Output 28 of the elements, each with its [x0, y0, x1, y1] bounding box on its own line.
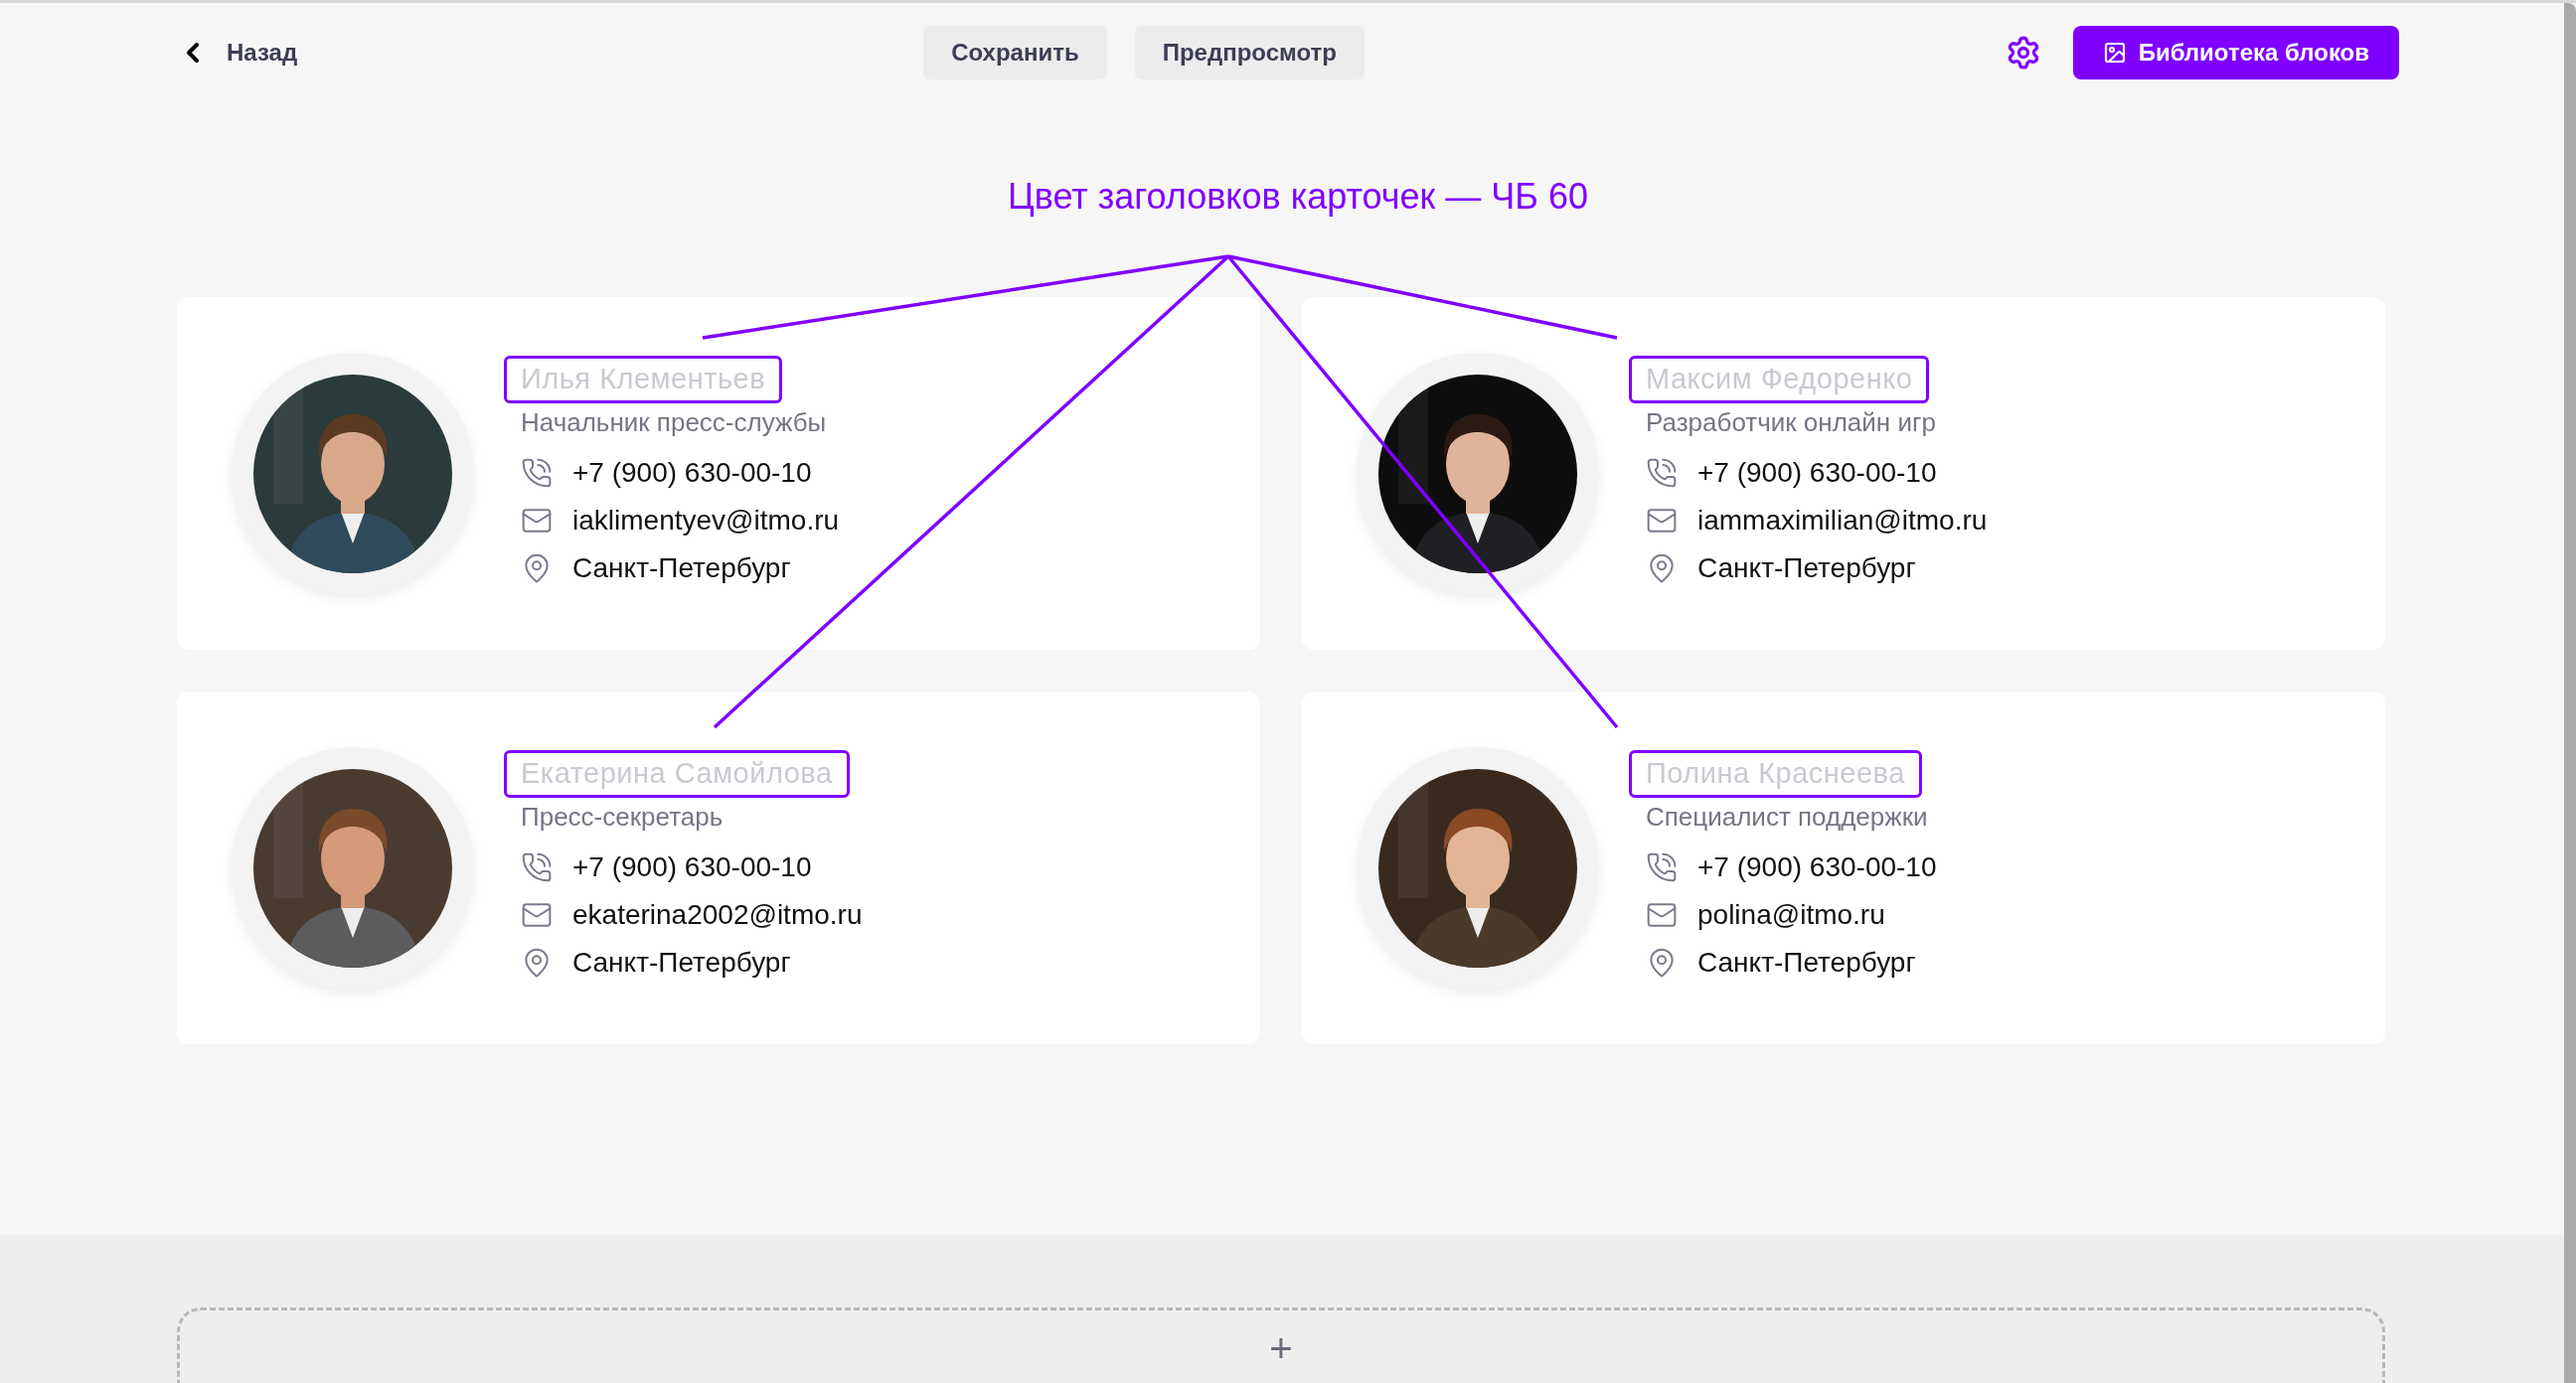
city: Санкт-Петербург [572, 550, 791, 585]
toolbar-button[interactable]: Сохранить [923, 26, 1107, 79]
back-button[interactable]: Назад [177, 35, 298, 71]
city: Санкт-Петербург [1697, 945, 1916, 980]
city: Санкт-Петербург [572, 945, 791, 980]
email-address: iammaximilian@itmo.ru [1697, 503, 1988, 538]
job-title: Начальник пресс-службы [520, 406, 828, 439]
email-address: polina@itmo.ru [1697, 897, 1885, 932]
phone-number: +7 (900) 630-00-10 [572, 849, 812, 884]
phone-icon [1646, 850, 1678, 883]
city: Санкт-Петербург [1697, 550, 1916, 585]
image-icon [2102, 41, 2127, 65]
phone-number: +7 (900) 630-00-10 [1697, 455, 1937, 490]
add-block-button[interactable]: + [177, 1307, 2385, 1383]
email-address: iaklimentyev@itmo.ru [572, 503, 840, 538]
phone-number: +7 (900) 630-00-10 [1697, 849, 1937, 884]
toolbar-button[interactable]: Предпросмотр [1134, 26, 1365, 79]
job-title: Специалист поддержки [1645, 801, 1929, 834]
phone-icon [521, 850, 553, 883]
job-title: Пресс-секретарь [520, 801, 724, 834]
block-library-button[interactable]: Библиотека блоков [2072, 26, 2399, 79]
job-title: Разработчик онлайн игр [1645, 406, 1937, 439]
phone-number: +7 (900) 630-00-10 [572, 455, 812, 490]
scrollbar[interactable] [2564, 3, 2576, 1383]
phone-icon [1646, 456, 1678, 489]
email-address: ekaterina2002@itmo.ru [572, 897, 863, 932]
phone-icon [521, 456, 553, 489]
annotation-text: Цвет заголовков карточек — ЧБ 60 [1008, 175, 1588, 219]
